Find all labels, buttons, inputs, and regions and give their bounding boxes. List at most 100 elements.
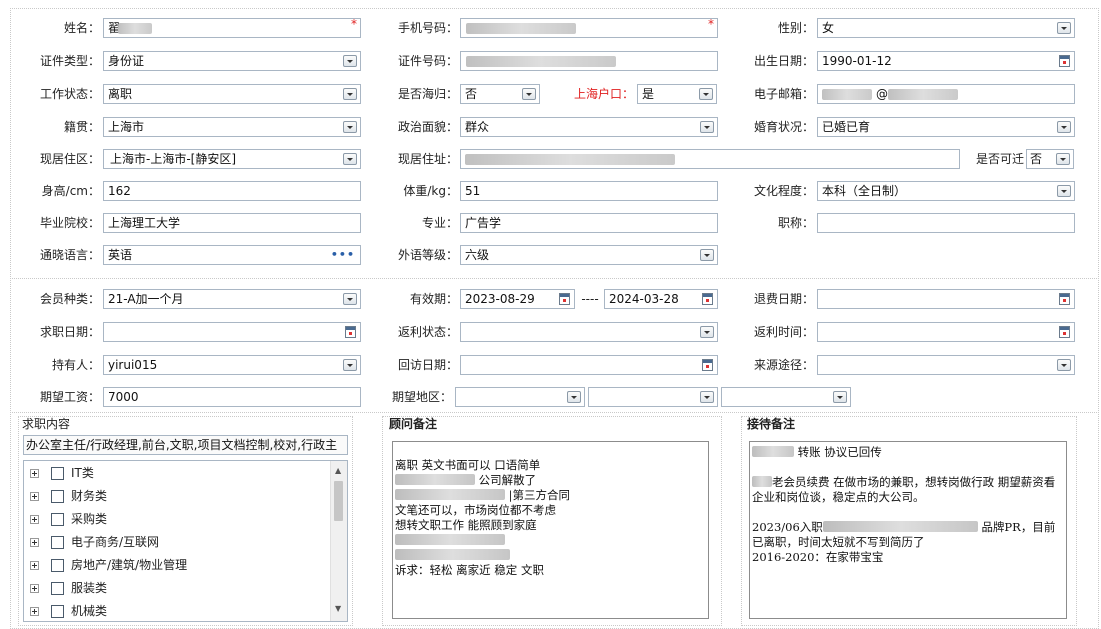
- residence-address-field[interactable]: [460, 149, 960, 169]
- chevron-down-icon[interactable]: [699, 88, 713, 100]
- name-field[interactable]: 翟 *: [103, 18, 361, 38]
- checkbox[interactable]: [51, 513, 64, 526]
- note-line-text: |第三方合同: [508, 488, 571, 502]
- work-status-select[interactable]: 离职: [103, 84, 361, 104]
- expand-plus-icon[interactable]: [30, 469, 39, 478]
- relocatable-value: 否: [1030, 152, 1043, 166]
- reception-notes-textarea[interactable]: 转账 协议已回传 老会员续费 在做市场的兼职，想转岗做行政 期望薪资看企业和岗位谈…: [749, 441, 1067, 619]
- calendar-icon[interactable]: [702, 293, 713, 305]
- redacted-text: [466, 23, 576, 34]
- note-line: |第三方合同: [395, 488, 706, 503]
- language-level-value: 六级: [465, 248, 490, 262]
- expected-region-city-select[interactable]: [588, 387, 718, 407]
- rebate-time-field[interactable]: [817, 322, 1075, 342]
- residence-area-select[interactable]: 上海市-上海市-[静安区]: [103, 149, 361, 169]
- job-category-tree[interactable]: IT类 财务类 采购类 电子商务/互联网 房地产/建筑/物业管理 服装类 机械类…: [23, 460, 348, 622]
- expected-salary-field[interactable]: 7000: [103, 387, 361, 407]
- chevron-down-icon[interactable]: [343, 88, 357, 100]
- checkbox[interactable]: [51, 605, 64, 618]
- job-content-summary[interactable]: 办公室主任/行政经理,前台,文职,项目文档控制,校对,行政主: [23, 435, 348, 455]
- gender-select[interactable]: 女: [817, 18, 1075, 38]
- chevron-down-icon[interactable]: [700, 249, 714, 261]
- job-seek-date-field[interactable]: [103, 322, 361, 342]
- checkbox[interactable]: [51, 467, 64, 480]
- chevron-down-icon[interactable]: [343, 55, 357, 67]
- chevron-down-icon[interactable]: [343, 153, 357, 165]
- shanghai-hukou-select[interactable]: 是: [637, 84, 717, 104]
- height-field[interactable]: 162: [103, 181, 361, 201]
- gender-value: 女: [822, 21, 835, 35]
- chevron-down-icon[interactable]: [343, 121, 357, 133]
- school-field[interactable]: 上海理工大学: [103, 213, 361, 233]
- calendar-icon[interactable]: [1059, 55, 1070, 67]
- consultant-notes-textarea[interactable]: 离职 英文书面可以 口语简单 公司解散了 |第三方合同 文笔还可以，市场岗位都不考…: [392, 441, 709, 619]
- expand-plus-icon[interactable]: [30, 538, 39, 547]
- expand-plus-icon[interactable]: [30, 515, 39, 524]
- expected-region-district-select[interactable]: [721, 387, 851, 407]
- checkbox[interactable]: [51, 490, 64, 503]
- validity-end-field[interactable]: 2024-03-28: [604, 289, 718, 309]
- rebate-status-select[interactable]: [460, 322, 718, 342]
- chevron-down-icon[interactable]: [1057, 185, 1071, 197]
- language-level-select[interactable]: 六级: [460, 245, 718, 265]
- chevron-down-icon[interactable]: [343, 293, 357, 305]
- chevron-down-icon[interactable]: [567, 391, 581, 403]
- chevron-down-icon[interactable]: [343, 359, 357, 371]
- education-select[interactable]: 本科（全日制）: [817, 181, 1075, 201]
- education-value: 本科（全日制）: [822, 184, 907, 198]
- major-field[interactable]: 广告学: [460, 213, 718, 233]
- holder-select[interactable]: yirui015: [103, 355, 361, 375]
- scroll-up-icon[interactable]: ▲: [335, 467, 341, 475]
- validity-start-field[interactable]: 2023-08-29: [460, 289, 575, 309]
- refund-date-field[interactable]: [817, 289, 1075, 309]
- id-type-label: 证件类型：: [39, 54, 100, 68]
- checkbox[interactable]: [51, 582, 64, 595]
- birth-date-field[interactable]: 1990-01-12: [817, 51, 1075, 71]
- scroll-down-icon[interactable]: ▼: [335, 605, 341, 613]
- email-label: 电子邮箱：: [753, 87, 814, 101]
- member-type-select[interactable]: 21-A加一个月: [103, 289, 361, 309]
- chevron-down-icon[interactable]: [1057, 359, 1071, 371]
- checkbox[interactable]: [51, 559, 64, 572]
- marital-status-select[interactable]: 已婚已育: [817, 117, 1075, 137]
- calendar-icon[interactable]: [1059, 326, 1070, 338]
- chevron-down-icon[interactable]: [1056, 153, 1070, 165]
- scroll-thumb[interactable]: [334, 481, 343, 521]
- expand-plus-icon[interactable]: [30, 584, 39, 593]
- chevron-down-icon[interactable]: [700, 121, 714, 133]
- relocatable-select[interactable]: 否: [1026, 149, 1074, 169]
- tree-scrollbar[interactable]: ▲ ▼: [330, 461, 347, 621]
- source-select[interactable]: [817, 355, 1075, 375]
- email-field[interactable]: @: [817, 84, 1075, 104]
- checkbox[interactable]: [51, 536, 64, 549]
- id-number-field[interactable]: [460, 51, 718, 71]
- expand-plus-icon[interactable]: [30, 607, 39, 616]
- visit-date-field[interactable]: [460, 355, 718, 375]
- calendar-icon[interactable]: [559, 293, 570, 305]
- chevron-down-icon[interactable]: [700, 391, 714, 403]
- ellipsis-icon[interactable]: •••: [331, 249, 355, 261]
- note-line: 离职 英文书面可以 口语简单: [395, 458, 541, 472]
- expected-region-province-select[interactable]: [455, 387, 585, 407]
- visit-date-label: 回访日期：: [397, 358, 458, 372]
- chevron-down-icon[interactable]: [700, 326, 714, 338]
- political-status-select[interactable]: 群众: [460, 117, 718, 137]
- phone-field[interactable]: *: [460, 18, 718, 38]
- language-field[interactable]: 英语 •••: [103, 245, 361, 265]
- id-type-select[interactable]: 身份证: [103, 51, 361, 71]
- job-content-summary-text: 办公室主任/行政经理,前台,文职,项目文档控制,校对,行政主: [26, 438, 338, 452]
- title-field[interactable]: [817, 213, 1075, 233]
- calendar-icon[interactable]: [345, 326, 356, 338]
- chevron-down-icon[interactable]: [522, 88, 536, 100]
- chevron-down-icon[interactable]: [1057, 22, 1071, 34]
- calendar-icon[interactable]: [702, 359, 713, 371]
- expand-plus-icon[interactable]: [30, 561, 39, 570]
- chevron-down-icon[interactable]: [1057, 121, 1071, 133]
- calendar-icon[interactable]: [1059, 293, 1070, 305]
- member-type-value: 21-A加一个月: [108, 292, 184, 306]
- returnee-select[interactable]: 否: [460, 84, 540, 104]
- weight-field[interactable]: 51: [460, 181, 718, 201]
- native-place-select[interactable]: 上海市: [103, 117, 361, 137]
- chevron-down-icon[interactable]: [833, 391, 847, 403]
- expand-plus-icon[interactable]: [30, 492, 39, 501]
